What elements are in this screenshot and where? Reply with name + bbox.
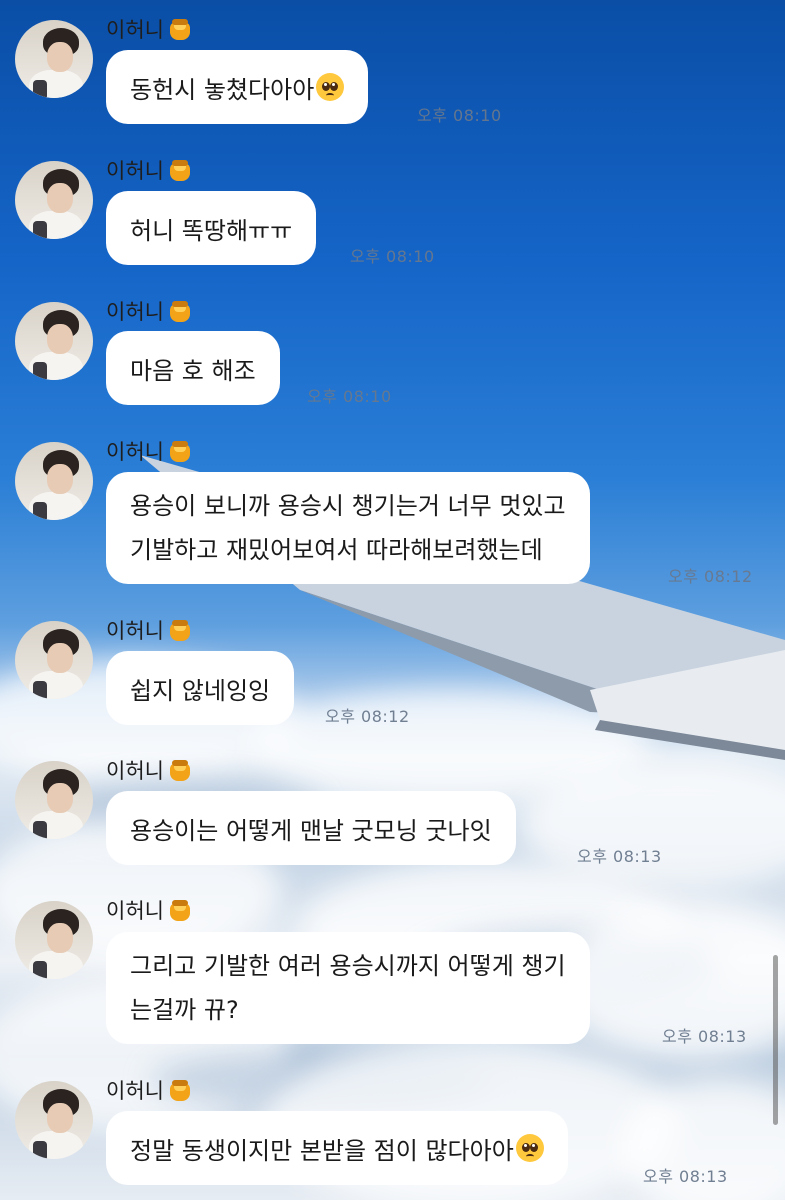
honey-pot-icon	[168, 299, 192, 323]
message-bubble[interactable]: 정말 동생이지만 본받을 점이 많다아아	[106, 1111, 568, 1185]
sender-name: 이허니	[106, 759, 164, 783]
sender-name: 이허니	[106, 440, 164, 464]
timestamp: 오후 08:13	[643, 1167, 728, 1186]
message-text-line-2: 기발하고 재밌어보여서 따라해보려했는데	[130, 536, 543, 564]
message-text: 쉽지 않네잉잉	[130, 676, 271, 705]
message-bubble[interactable]: 동헌시 놓쳤다아아	[106, 50, 369, 124]
message-text: 동헌시 놓쳤다아아	[130, 75, 315, 104]
message-bubble[interactable]: 허니 똑땅해ㅠㅠ	[106, 191, 317, 265]
avatar[interactable]	[15, 442, 93, 520]
sender-name: 이허니	[106, 159, 164, 183]
avatar[interactable]	[15, 161, 93, 239]
sender-name-row: 이허니	[106, 615, 192, 645]
sender-name-row: 이허니	[106, 155, 192, 185]
pleading-face-icon	[316, 73, 345, 101]
avatar[interactable]	[15, 621, 93, 699]
avatar[interactable]	[15, 1081, 93, 1159]
timestamp: 오후 08:10	[417, 106, 502, 125]
message-text-line-1: 그리고 기발한 여러 용승시까지 어떻게 챙기	[130, 952, 566, 980]
honey-pot-icon	[168, 439, 192, 463]
message-text-line-1: 용승이 보니까 용승시 챙기는거 너무 멋있고	[130, 492, 566, 520]
sender-name-row: 이허니	[106, 436, 192, 466]
sender-name-row: 이허니	[106, 755, 192, 785]
message-text: 마음 호 해조	[130, 356, 256, 385]
honey-pot-icon	[168, 1078, 192, 1102]
message-bubble[interactable]: 용승이 보니까 용승시 챙기는거 너무 멋있고 기발하고 재밌어보여서 따라해보…	[106, 472, 590, 584]
message-text: 허니 똑땅해ㅠㅠ	[130, 216, 293, 245]
honey-pot-icon	[168, 618, 192, 642]
timestamp: 오후 08:10	[307, 387, 392, 406]
message-bubble[interactable]: 그리고 기발한 여러 용승시까지 어떻게 챙기 는걸까 뀨?	[106, 932, 590, 1044]
message-bubble[interactable]: 마음 호 해조	[106, 331, 280, 405]
sender-name-row: 이허니	[106, 14, 192, 44]
message-bubble[interactable]: 쉽지 않네잉잉	[106, 651, 295, 725]
sender-name: 이허니	[106, 18, 164, 42]
message-text: 정말 동생이지만 본받을 점이 많다아아	[130, 1136, 514, 1165]
pleading-face-icon	[515, 1134, 544, 1162]
message-bubble[interactable]: 용승이는 어떻게 맨날 굿모닝 굿나잇	[106, 791, 516, 865]
avatar[interactable]	[15, 761, 93, 839]
honey-pot-icon	[168, 898, 192, 922]
sender-name-row: 이허니	[106, 895, 192, 925]
sender-name-row: 이허니	[106, 1075, 192, 1105]
sender-name: 이허니	[106, 619, 164, 643]
sender-name: 이허니	[106, 300, 164, 324]
avatar[interactable]	[15, 302, 93, 380]
avatar[interactable]	[15, 20, 93, 98]
message-text: 용승이는 어떻게 맨날 굿모닝 굿나잇	[130, 816, 492, 845]
avatar[interactable]	[15, 901, 93, 979]
timestamp: 오후 08:13	[662, 1027, 747, 1046]
sender-name-row: 이허니	[106, 296, 192, 326]
honey-pot-icon	[168, 158, 192, 182]
message-text-line-2: 는걸까 뀨?	[130, 996, 239, 1024]
honey-pot-icon	[168, 758, 192, 782]
sender-name: 이허니	[106, 1079, 164, 1103]
timestamp: 오후 08:12	[668, 567, 753, 586]
scrollbar[interactable]	[773, 955, 778, 1125]
honey-pot-icon	[168, 17, 192, 41]
sender-name: 이허니	[106, 899, 164, 923]
timestamp: 오후 08:13	[577, 847, 662, 866]
timestamp: 오후 08:10	[350, 247, 435, 266]
timestamp: 오후 08:12	[325, 707, 410, 726]
